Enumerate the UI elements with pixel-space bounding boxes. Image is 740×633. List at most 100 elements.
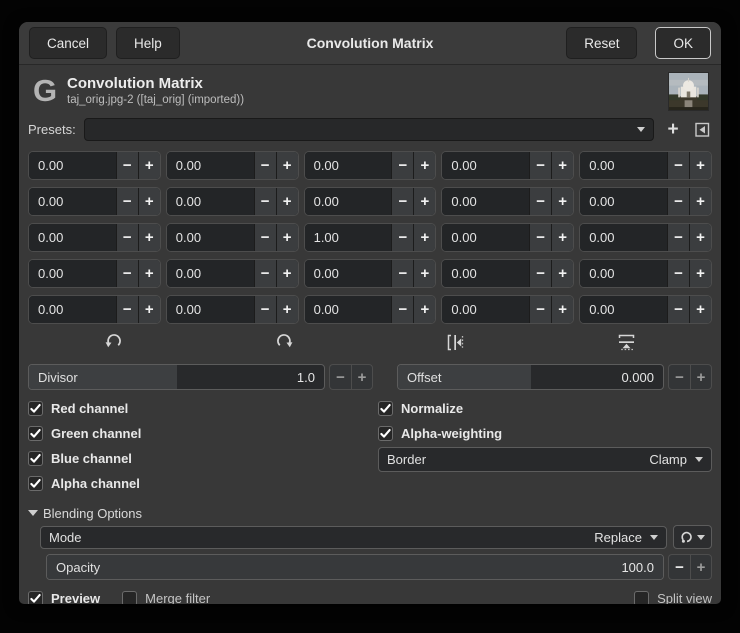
matrix-decrement-button-r3c5[interactable]: − <box>667 224 689 251</box>
matrix-increment-button-r4c2[interactable]: + <box>275 260 298 287</box>
dialog-titlebar[interactable]: Convolution Matrix Cancel Help Reset OK <box>19 22 721 65</box>
mode-dropdown[interactable]: Mode Replace <box>40 525 667 549</box>
divisor-slider[interactable]: Divisor 1.0 <box>28 364 325 390</box>
matrix-input-r2c4[interactable]: 0.00 <box>442 188 530 215</box>
matrix-decrement-button-r3c1[interactable]: − <box>115 224 138 251</box>
matrix-increment-button-r1c2[interactable]: + <box>275 152 298 179</box>
matrix-input-r5c2[interactable]: 0.00 <box>166 296 254 323</box>
border-dropdown[interactable]: Border Clamp <box>378 447 712 472</box>
merge-filter-checkbox[interactable]: Merge filter <box>122 588 210 604</box>
alpha-weighting-checkbox[interactable]: Alpha-weighting <box>378 421 712 446</box>
matrix-decrement-button-r5c4[interactable]: − <box>529 296 552 323</box>
matrix-input-r2c3[interactable]: 0.00 <box>304 188 392 215</box>
matrix-input-r5c5[interactable]: 0.00 <box>580 296 667 323</box>
matrix-increment-button-r1c5[interactable]: + <box>689 152 711 179</box>
cancel-button[interactable]: Cancel <box>29 27 108 59</box>
offset-increment-button[interactable]: + <box>690 364 712 390</box>
matrix-decrement-button-r4c3[interactable]: − <box>391 260 414 287</box>
matrix-decrement-button-r5c1[interactable]: − <box>115 296 138 323</box>
matrix-input-r1c2[interactable]: 0.00 <box>166 152 254 179</box>
matrix-increment-button-r5c1[interactable]: + <box>137 296 160 323</box>
rotate-counter-clockwise-button[interactable] <box>28 329 199 355</box>
matrix-increment-button-r4c5[interactable]: + <box>689 260 711 287</box>
matrix-decrement-button-r2c1[interactable]: − <box>115 188 138 215</box>
manage-presets-button[interactable] <box>692 120 712 140</box>
matrix-decrement-button-r1c5[interactable]: − <box>667 152 689 179</box>
matrix-increment-button-r3c1[interactable]: + <box>137 224 160 251</box>
normalize-checkbox[interactable]: Normalize <box>378 396 712 421</box>
matrix-input-r5c4[interactable]: 0.00 <box>442 296 530 323</box>
matrix-decrement-button-r2c5[interactable]: − <box>667 188 689 215</box>
matrix-increment-button-r4c4[interactable]: + <box>551 260 574 287</box>
matrix-increment-button-r1c1[interactable]: + <box>137 152 160 179</box>
matrix-decrement-button-r5c2[interactable]: − <box>253 296 276 323</box>
matrix-increment-button-r2c4[interactable]: + <box>551 188 574 215</box>
matrix-increment-button-r1c4[interactable]: + <box>551 152 574 179</box>
divisor-decrement-button[interactable]: − <box>329 364 351 390</box>
matrix-decrement-button-r4c4[interactable]: − <box>529 260 552 287</box>
green-channel-checkbox[interactable]: Green channel <box>28 421 378 446</box>
opacity-increment-button[interactable]: + <box>690 554 712 580</box>
matrix-increment-button-r3c5[interactable]: + <box>689 224 711 251</box>
alpha-channel-checkbox[interactable]: Alpha channel <box>28 471 378 496</box>
matrix-increment-button-r2c1[interactable]: + <box>137 188 160 215</box>
mode-reset-button[interactable] <box>673 525 712 549</box>
presets-dropdown[interactable] <box>83 118 654 141</box>
matrix-input-r4c3[interactable]: 0.00 <box>304 260 392 287</box>
matrix-increment-button-r3c2[interactable]: + <box>275 224 298 251</box>
red-channel-checkbox[interactable]: Red channel <box>28 396 378 421</box>
matrix-input-r1c1[interactable]: 0.00 <box>29 152 116 179</box>
matrix-input-r4c2[interactable]: 0.00 <box>166 260 254 287</box>
matrix-increment-button-r4c1[interactable]: + <box>137 260 160 287</box>
matrix-increment-button-r2c2[interactable]: + <box>275 188 298 215</box>
blending-options-expander[interactable]: Blending Options <box>28 505 721 521</box>
matrix-decrement-button-r5c3[interactable]: − <box>391 296 414 323</box>
matrix-increment-button-r2c3[interactable]: + <box>413 188 436 215</box>
matrix-decrement-button-r1c1[interactable]: − <box>115 152 138 179</box>
matrix-input-r2c2[interactable]: 0.00 <box>166 188 254 215</box>
matrix-increment-button-r5c5[interactable]: + <box>689 296 711 323</box>
divisor-increment-button[interactable]: + <box>351 364 373 390</box>
help-button[interactable]: Help <box>116 27 180 59</box>
matrix-input-r4c1[interactable]: 0.00 <box>29 260 116 287</box>
matrix-input-r2c5[interactable]: 0.00 <box>580 188 667 215</box>
reset-button[interactable]: Reset <box>566 27 638 59</box>
matrix-decrement-button-r3c3[interactable]: − <box>391 224 414 251</box>
ok-button[interactable]: OK <box>655 27 711 59</box>
matrix-decrement-button-r2c3[interactable]: − <box>391 188 414 215</box>
matrix-decrement-button-r4c1[interactable]: − <box>115 260 138 287</box>
matrix-increment-button-r5c2[interactable]: + <box>275 296 298 323</box>
matrix-input-r3c1[interactable]: 0.00 <box>29 224 116 251</box>
matrix-decrement-button-r2c4[interactable]: − <box>529 188 552 215</box>
matrix-input-r4c5[interactable]: 0.00 <box>580 260 667 287</box>
preview-checkbox[interactable]: Preview <box>28 588 100 604</box>
matrix-decrement-button-r1c3[interactable]: − <box>391 152 414 179</box>
matrix-increment-button-r2c5[interactable]: + <box>689 188 711 215</box>
split-view-checkbox[interactable]: Split view <box>634 588 712 604</box>
offset-slider[interactable]: Offset 0.000 <box>397 364 664 390</box>
matrix-input-r5c3[interactable]: 0.00 <box>304 296 392 323</box>
matrix-decrement-button-r2c2[interactable]: − <box>253 188 276 215</box>
matrix-decrement-button-r1c2[interactable]: − <box>253 152 276 179</box>
matrix-input-r2c1[interactable]: 0.00 <box>29 188 116 215</box>
matrix-increment-button-r4c3[interactable]: + <box>413 260 436 287</box>
matrix-decrement-button-r3c4[interactable]: − <box>529 224 552 251</box>
matrix-input-r5c1[interactable]: 0.00 <box>29 296 116 323</box>
matrix-input-r4c4[interactable]: 0.00 <box>442 260 530 287</box>
matrix-decrement-button-r4c5[interactable]: − <box>667 260 689 287</box>
matrix-increment-button-r1c3[interactable]: + <box>413 152 436 179</box>
matrix-input-r3c3[interactable]: 1.00 <box>304 224 392 251</box>
flip-horizontal-button[interactable] <box>370 329 541 355</box>
blue-channel-checkbox[interactable]: Blue channel <box>28 446 378 471</box>
rotate-clockwise-button[interactable] <box>199 329 370 355</box>
matrix-input-r3c2[interactable]: 0.00 <box>166 224 254 251</box>
offset-decrement-button[interactable]: − <box>668 364 690 390</box>
matrix-increment-button-r3c4[interactable]: + <box>551 224 574 251</box>
matrix-input-r1c3[interactable]: 0.00 <box>304 152 392 179</box>
add-preset-button[interactable]: + <box>663 120 683 140</box>
matrix-input-r1c5[interactable]: 0.00 <box>580 152 667 179</box>
matrix-increment-button-r5c4[interactable]: + <box>551 296 574 323</box>
matrix-decrement-button-r1c4[interactable]: − <box>529 152 552 179</box>
matrix-decrement-button-r3c2[interactable]: − <box>253 224 276 251</box>
matrix-input-r1c4[interactable]: 0.00 <box>442 152 530 179</box>
